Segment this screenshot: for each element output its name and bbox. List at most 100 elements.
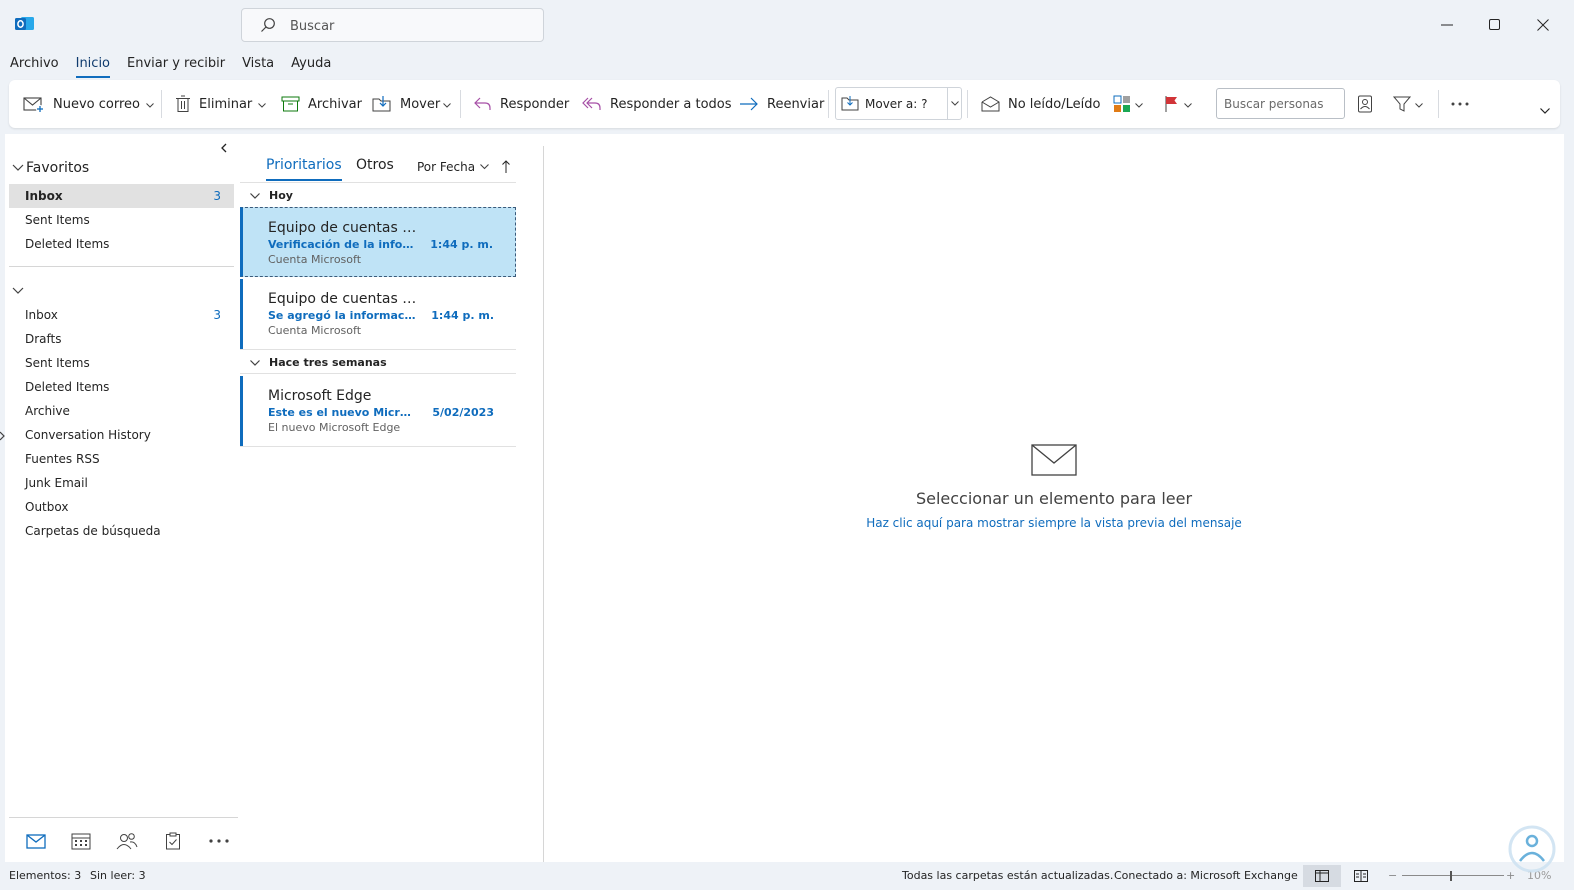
folder-archive[interactable]: Archive	[9, 399, 234, 423]
menu-vista[interactable]: Vista	[242, 52, 274, 78]
maximize-button[interactable]	[1480, 12, 1510, 38]
flag-button[interactable]	[1164, 90, 1192, 118]
filter-button[interactable]	[1393, 90, 1423, 118]
group-header-three-weeks-ago[interactable]: Hace tres semanas	[250, 356, 387, 369]
chevron-down-icon	[12, 164, 24, 171]
tasks-icon[interactable]	[161, 830, 185, 852]
sync-status: Todas las carpetas están actualizadas.	[902, 869, 1114, 882]
chevron-right-icon[interactable]	[0, 430, 5, 444]
search-icon	[260, 17, 276, 36]
status-bar: Elementos: 3 Sin leer: 3 Todas las carpe…	[0, 862, 1574, 890]
menu-bar: Archivo Inicio Enviar y recibir Vista Ay…	[0, 52, 348, 78]
search-input[interactable]	[290, 16, 530, 36]
chevron-left-icon	[221, 143, 227, 153]
reply-button[interactable]: Responder	[474, 90, 569, 118]
menu-archivo[interactable]: Archivo	[10, 52, 59, 78]
more-icon	[1451, 102, 1469, 106]
unread-read-button[interactable]: No leído/Leído	[981, 90, 1100, 118]
folder-conversation-history[interactable]: Conversation History	[0, 423, 234, 447]
account-header[interactable]	[12, 284, 24, 298]
chevron-down-icon	[250, 359, 260, 366]
folder-label: Inbox	[25, 189, 63, 203]
message-item[interactable]: Equipo de cuentas Microsoft Se agregó la…	[240, 279, 516, 349]
folder-search-folders[interactable]: Carpetas de búsqueda	[9, 519, 234, 543]
more-options-button[interactable]	[1451, 90, 1469, 118]
zoom-slider[interactable]	[1402, 875, 1504, 876]
sort-by-button[interactable]: Por Fecha	[417, 160, 489, 174]
menu-enviar-recibir[interactable]: Enviar y recibir	[127, 52, 225, 78]
message-list: Prioritarios Otros Por Fecha Hoy Equipo …	[240, 134, 516, 862]
folder-deleted-items[interactable]: Deleted Items	[9, 375, 234, 399]
folder-outbox[interactable]: Outbox	[9, 495, 234, 519]
folder-rss[interactable]: Fuentes RSS	[9, 447, 234, 471]
chevron-down-icon[interactable]	[443, 97, 452, 112]
move-to-label: Mover a: ?	[865, 96, 928, 111]
sort-direction-button[interactable]	[502, 160, 510, 176]
chevron-down-icon[interactable]	[258, 97, 267, 112]
folder-drafts[interactable]: Drafts	[9, 327, 234, 351]
reading-view-button[interactable]	[1342, 865, 1380, 887]
forward-button[interactable]: Reenviar	[739, 90, 824, 118]
message-time: 1:44 p. m.	[430, 238, 493, 251]
folder-junk-email[interactable]: Junk Email	[9, 471, 234, 495]
message-item[interactable]: Equipo de cuentas Microsoft Verificación…	[240, 207, 516, 277]
more-icon[interactable]	[207, 830, 231, 852]
chevron-down-icon[interactable]	[1415, 97, 1423, 112]
reply-icon	[474, 97, 491, 110]
tab-focused[interactable]: Prioritarios	[266, 157, 342, 181]
message-time: 5/02/2023	[432, 406, 494, 419]
group-header-today[interactable]: Hoy	[250, 189, 293, 202]
reading-pane-title: Seleccionar un elemento para leer	[915, 489, 1193, 508]
message-subject: Se agregó la información de seguridad	[268, 309, 418, 322]
move-to-combo[interactable]: Mover a: ?	[835, 87, 962, 120]
menu-ayuda[interactable]: Ayuda	[291, 52, 331, 78]
archive-icon	[281, 96, 300, 112]
chevron-down-icon[interactable]	[1135, 97, 1143, 112]
chevron-down-icon[interactable]	[146, 97, 154, 112]
people-icon[interactable]	[115, 830, 139, 852]
people-search-input[interactable]	[1216, 88, 1345, 119]
normal-view-button[interactable]	[1303, 865, 1341, 887]
chevron-down-icon	[480, 164, 489, 170]
search-box[interactable]	[241, 8, 544, 42]
address-book-button[interactable]	[1357, 90, 1373, 118]
reading-view-icon	[1354, 870, 1368, 882]
move-button[interactable]: Mover	[372, 90, 452, 118]
chevron-down-icon[interactable]	[947, 88, 961, 119]
pane-splitter[interactable]	[543, 146, 544, 862]
zoom-slider-thumb[interactable]	[1450, 871, 1452, 881]
favorites-header[interactable]: Favoritos	[12, 160, 89, 176]
folder-label: Junk Email	[25, 476, 88, 490]
tab-other[interactable]: Otros	[356, 157, 394, 173]
mail-icon[interactable]	[24, 830, 48, 852]
zoom-out-icon[interactable]: −	[1388, 869, 1397, 882]
always-preview-link[interactable]: Haz clic aquí para mostrar siempre la vi…	[549, 516, 1559, 530]
folder-label: Deleted Items	[25, 380, 110, 394]
folder-inbox[interactable]: Inbox 3	[9, 303, 234, 327]
reply-all-button[interactable]: Responder a todos	[582, 90, 732, 118]
favorites-inbox[interactable]: Inbox 3	[9, 184, 234, 208]
new-mail-icon	[23, 97, 44, 113]
close-button[interactable]	[1528, 12, 1558, 38]
menu-inicio[interactable]: Inicio	[75, 52, 111, 78]
collapse-folder-pane-button[interactable]	[220, 142, 228, 156]
reply-all-icon	[582, 97, 601, 110]
message-item[interactable]: Microsoft Edge Este es el nuevo Microsof…	[240, 376, 516, 446]
minimize-button[interactable]	[1432, 12, 1462, 38]
new-mail-button[interactable]: Nuevo correo	[23, 90, 154, 118]
favorites-sent-items[interactable]: Sent Items	[9, 208, 234, 232]
folder-sent-items[interactable]: Sent Items	[9, 351, 234, 375]
flag-icon	[1165, 96, 1177, 112]
forward-label: Reenviar	[767, 96, 825, 112]
group-label: Hace tres semanas	[269, 356, 387, 369]
delete-button[interactable]: Eliminar	[175, 90, 267, 118]
message-sender: Equipo de cuentas Microsoft	[268, 291, 428, 307]
chevron-down-icon[interactable]	[1184, 97, 1192, 112]
folder-label: Carpetas de búsqueda	[25, 524, 161, 538]
archive-button[interactable]: Archivar	[281, 90, 362, 118]
favorites-deleted-items[interactable]: Deleted Items	[9, 232, 234, 256]
ribbon-divider	[967, 90, 968, 118]
ribbon-expand-button[interactable]	[1540, 104, 1550, 118]
categorize-button[interactable]	[1113, 90, 1143, 118]
calendar-icon[interactable]	[69, 830, 93, 852]
